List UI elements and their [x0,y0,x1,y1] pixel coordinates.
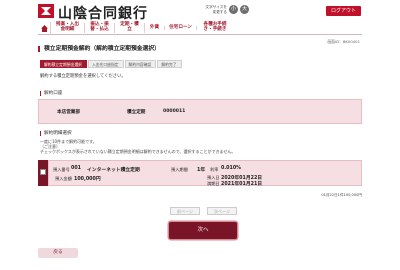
account-box: 本店営業部 積立定期 0000011 [38,99,362,124]
nav-item-foreign[interactable]: 外貨 [145,25,165,31]
account-type: 積立定期 [127,110,146,115]
nav-item-procedures[interactable]: 各種お手続き・手続き [197,23,233,32]
back-button[interactable]: 戻る [38,248,78,258]
nav-item-housing-loan[interactable]: 住宅ローン [165,25,197,31]
nav-item-transfer[interactable]: 振込・振替・払込 [85,23,115,33]
account-number: 0000011 [163,109,186,114]
nav-item-balance[interactable]: 残高・入出金明細 [51,23,85,33]
main-nav: 残高・入出金明細 振込・振替・払込 定期・積立 外貨 住宅ローン 各種お手続き・… [38,21,362,35]
product-name: インターネット積立定期 [87,168,140,173]
page-title: 積立定期預金解約（解約積立定期預金選択） [38,46,160,52]
account-branch: 本店営業部 [57,110,80,115]
screen-id: 画面ID：BK00401 [327,39,360,44]
detail-row-checkbox[interactable] [40,169,46,175]
step-3: 解約内容確認 [124,60,157,68]
maturity-value: 2021年01月21日 [221,182,263,187]
font-size-label: 文字サイズを変更する [205,5,227,14]
nav-item-time-deposit[interactable]: 定期・積立 [115,23,145,33]
rate-value: 0.010% [221,166,241,171]
note-line-3: チェックボックスが表示されていない積立定期預金明細は解約できませんので、選択する… [40,149,236,154]
amount-value: 100,000円 [74,177,101,182]
detail-row-checkbox-cell[interactable] [38,160,48,186]
bank-name: 山陰合同銀行 [58,6,148,22]
period-label: 預入期間 [171,167,188,172]
home-icon [41,24,48,32]
rate-label: 利率 [210,167,219,172]
detail-section-label: 解約明細選択 [40,131,72,136]
instruction-text: 解約する積立定期預金を選択してください。 [40,74,126,79]
logout-button[interactable]: ログアウト [326,6,361,16]
prev-page-button[interactable]: 前ページ [170,207,200,215]
account-section-label: 解約口座 [40,91,62,96]
detail-row: 預入番号 001 インターネット積立定期 預入金額 100,000円 預入期間 … [48,160,362,187]
header: 山陰合同銀行 文字サイズを変更する 小 大 ログアウト [0,0,400,22]
period-value: 1年 [197,168,206,173]
step-4: 解約完了 [157,60,182,68]
bank-logo-icon [38,4,54,18]
nav-home[interactable] [38,21,51,35]
next-button[interactable]: 次へ [169,222,237,239]
deposit-no: 001 [71,166,82,171]
maturity-label: 満期日 [207,181,220,186]
step-indicator: 解約積立定期預金選択 入金先口座指定 解約内容確認 解約完了 [40,60,183,68]
font-small-button[interactable]: 小 [229,5,238,14]
amount-label: 預入金額 [55,176,72,181]
total-line: 01月22日1件100,000円 [321,193,362,197]
font-large-button[interactable]: 大 [240,5,249,14]
step-1: 解約積立定期預金選択 [40,60,87,68]
deposit-no-label: 預入番号 [53,167,70,172]
step-2: 入金先口座指定 [87,60,124,68]
next-page-button[interactable]: 次ページ [207,207,237,215]
